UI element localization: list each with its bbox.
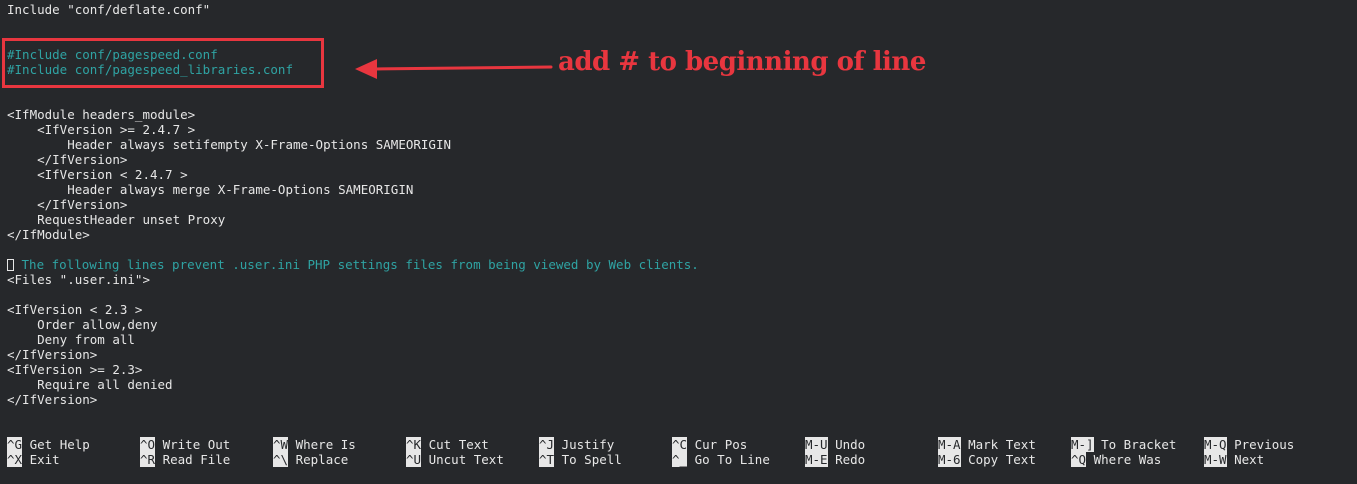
editor-line: <IfVersion >= 2.4.7 > [7, 122, 196, 137]
shortcut-cut-text[interactable]: ^K Cut Text [406, 437, 489, 452]
editor-line: Header always merge X-Frame-Options SAME… [7, 182, 414, 197]
editor-line: Require all denied [7, 377, 173, 392]
shortcut-label: Undo [835, 437, 866, 452]
shortcut-label: Get Help [29, 437, 90, 452]
highlight-box [2, 38, 324, 88]
shortcut-label: Next [1234, 452, 1265, 467]
shortcut-key: ^_ [672, 452, 688, 467]
shortcut-where-was[interactable]: ^Q Where Was [1071, 452, 1161, 467]
shortcut-label: Go To Line [694, 452, 770, 467]
editor-line-text: The following lines prevent .user.ini PH… [14, 257, 699, 272]
shortcut-key: M-A [938, 437, 961, 452]
shortcut-key: M-W [1204, 452, 1227, 467]
shortcut-uncut-text[interactable]: ^U Uncut Text [406, 452, 504, 467]
shortcut-key: ^W [273, 437, 289, 452]
shortcut-label: Mark Text [968, 437, 1036, 452]
annotation-label: add # to beginning of line [558, 47, 926, 77]
shortcut-previous[interactable]: M-Q Previous [1204, 437, 1294, 452]
shortcut-to-spell[interactable]: ^T To Spell [539, 452, 622, 467]
shortcut-bar: ^G Get Help ^O Write Out ^W Where Is ^K Cut… [7, 437, 1352, 467]
shortcut-key: ^\ [273, 452, 289, 467]
editor-line: Order allow,deny [7, 317, 158, 332]
shortcut-label: Cut Text [428, 437, 489, 452]
shortcut-to-bracket[interactable]: M-] To Bracket [1071, 437, 1176, 452]
editor-line: <IfVersion >= 2.3> [7, 362, 143, 377]
shortcut-key: ^X [7, 452, 23, 467]
shortcut-label: Where Was [1093, 452, 1162, 467]
annotation-arrow-icon [355, 59, 553, 79]
shortcut-label: Justify [561, 437, 615, 452]
shortcut-key: ^C [672, 437, 688, 452]
shortcut-label: To Bracket [1101, 437, 1177, 452]
editor-line: RequestHeader unset Proxy [7, 212, 226, 227]
shortcut-label: Cur Pos [694, 437, 748, 452]
shortcut-label: Redo [835, 452, 866, 467]
editor-line: <Files ".user.ini"> [7, 272, 150, 287]
shortcut-key: M-E [805, 452, 828, 467]
shortcut-label: Exit [29, 452, 60, 467]
shortcut-next[interactable]: M-W Next [1204, 452, 1264, 467]
shortcut-label: Read File [162, 452, 231, 467]
shortcut-key: M-6 [938, 452, 961, 467]
shortcut-key: ^O [140, 437, 156, 452]
editor-line: </IfVersion> [7, 152, 128, 167]
shortcut-label: Replace [295, 452, 349, 467]
shortcut-key: M-Q [1204, 437, 1227, 452]
shortcut-key: M-U [805, 437, 828, 452]
shortcut-row-1: ^G Get Help ^O Write Out ^W Where Is ^K Cut… [7, 437, 1352, 452]
shortcut-exit[interactable]: ^X Exit [7, 452, 60, 467]
editor-line: The following lines prevent .user.ini PH… [7, 257, 1357, 272]
shortcut-write-out[interactable]: ^O Write Out [140, 437, 230, 452]
shortcut-label: Copy Text [968, 452, 1036, 467]
shortcut-cur-pos[interactable]: ^C Cur Pos [672, 437, 747, 452]
shortcut-label: Where Is [295, 437, 356, 452]
editor-line: </IfModule> [7, 227, 90, 242]
editor-line: <IfVersion < 2.4.7 > [7, 167, 188, 182]
shortcut-go-to-line[interactable]: ^_ Go To Line [672, 452, 770, 467]
shortcut-where-is[interactable]: ^W Where Is [273, 437, 356, 452]
shortcut-undo[interactable]: M-U Undo [805, 437, 865, 452]
shortcut-mark-text[interactable]: M-A Mark Text [938, 437, 1036, 452]
shortcut-label: Write Out [162, 437, 231, 452]
shortcut-read-file[interactable]: ^R Read File [140, 452, 230, 467]
editor-line: Deny from all [7, 332, 135, 347]
shortcut-label: Uncut Text [428, 452, 504, 467]
editor-line: </IfVersion> [7, 347, 98, 362]
shortcut-key: ^G [7, 437, 23, 452]
shortcut-key: M-] [1071, 437, 1094, 452]
editor-line: Include "conf/deflate.conf" [7, 2, 211, 17]
shortcut-redo[interactable]: M-E Redo [805, 452, 865, 467]
shortcut-key: ^K [406, 437, 422, 452]
shortcut-key: ^R [140, 452, 156, 467]
shortcut-replace[interactable]: ^\ Replace [273, 452, 348, 467]
shortcut-key: ^Q [1071, 452, 1087, 467]
text-cursor [7, 259, 14, 271]
editor-line: <IfModule headers_module> [7, 107, 196, 122]
shortcut-label: Previous [1234, 437, 1295, 452]
shortcut-copy-text[interactable]: M-6 Copy Text [938, 452, 1036, 467]
editor-line: <IfVersion < 2.3 > [7, 302, 143, 317]
shortcut-get-help[interactable]: ^G Get Help [7, 437, 90, 452]
shortcut-key: ^J [539, 437, 555, 452]
shortcut-label: To Spell [561, 452, 622, 467]
editor-line: </IfVersion> [7, 392, 98, 407]
editor-line: </IfVersion> [7, 197, 128, 212]
editor-line: Header always setifempty X-Frame-Options… [7, 137, 452, 152]
shortcut-key: ^T [539, 452, 555, 467]
shortcut-key: ^U [406, 452, 422, 467]
shortcut-row-2: ^X Exit ^R Read File ^\ Replace ^U Uncut Te… [7, 452, 1352, 467]
shortcut-justify[interactable]: ^J Justify [539, 437, 614, 452]
